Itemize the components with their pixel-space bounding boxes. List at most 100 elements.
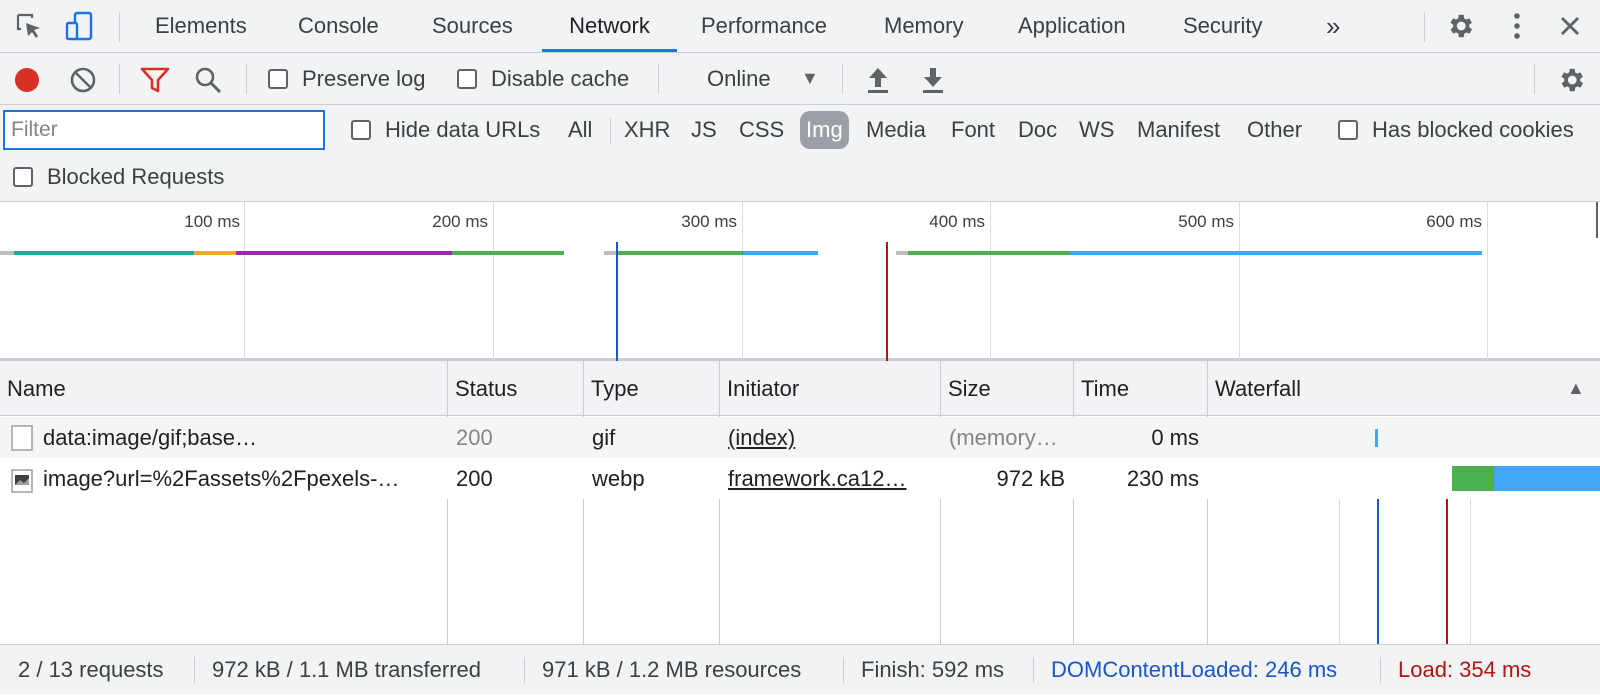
column-header-time[interactable]: Time xyxy=(1074,361,1207,416)
type-filter-img[interactable]: Img xyxy=(800,111,849,149)
status-separator xyxy=(1380,657,1381,683)
tab-performance[interactable]: Performance xyxy=(701,0,827,52)
type-filter-font[interactable]: Font xyxy=(945,111,1001,149)
device-toolbar-icon[interactable] xyxy=(62,9,96,43)
type-filter-manifest[interactable]: Manifest xyxy=(1131,111,1226,149)
dom-content-loaded-marker xyxy=(616,242,618,361)
column-divider[interactable] xyxy=(719,361,720,644)
preserve-log-label: Preserve log xyxy=(302,66,426,91)
column-divider[interactable] xyxy=(1073,361,1074,644)
throttling-select[interactable]: Online xyxy=(707,66,771,92)
overview-edge-marker xyxy=(1596,202,1598,238)
settings-icon[interactable] xyxy=(1443,9,1477,43)
kebab-menu-icon[interactable] xyxy=(1500,9,1534,43)
filter-input[interactable] xyxy=(3,110,325,150)
tab-sources[interactable]: Sources xyxy=(432,0,513,52)
overview-gridline xyxy=(990,202,991,361)
waterfall-waiting-bar[interactable] xyxy=(1452,466,1494,491)
type-filter-media[interactable]: Media xyxy=(860,111,932,149)
overview-tick-label: 100 ms xyxy=(184,212,240,231)
column-divider[interactable] xyxy=(583,361,584,644)
search-icon[interactable] xyxy=(193,65,223,95)
toolbar-separator xyxy=(119,64,120,94)
sort-ascending-icon[interactable]: ▲ xyxy=(1560,361,1600,416)
tab-security[interactable]: Security xyxy=(1183,0,1262,52)
disable-cache-checkbox[interactable] xyxy=(457,69,477,89)
resources-size: 971 kB / 1.2 MB resources xyxy=(542,657,802,682)
table-row[interactable]: image?url=%2Fassets%2Fpexels-… 200 webp … xyxy=(0,458,1600,499)
tab-application[interactable]: Application xyxy=(1018,0,1126,52)
tab-memory[interactable]: Memory xyxy=(884,0,963,52)
hide-data-urls-label: Hide data URLs xyxy=(385,117,541,142)
overview-download-segment xyxy=(744,251,818,255)
tab-network[interactable]: Network xyxy=(542,0,677,52)
status-separator xyxy=(1033,657,1034,683)
devtools-tab-bar: Elements Console Sources Network Perform… xyxy=(0,0,1600,53)
type-separator xyxy=(610,118,611,144)
request-type: gif xyxy=(592,425,616,450)
filter-icon[interactable] xyxy=(139,65,171,95)
load-event-marker xyxy=(886,242,888,361)
table-row[interactable]: data:image/gif;base… 200 gif (index) (me… xyxy=(0,417,1600,458)
type-filter-other[interactable]: Other xyxy=(1241,111,1308,149)
column-divider[interactable] xyxy=(940,361,941,644)
request-name[interactable]: image?url=%2Fassets%2Fpexels-… xyxy=(35,458,447,499)
network-settings-icon[interactable] xyxy=(1554,63,1588,97)
overview-tick-label: 400 ms xyxy=(929,212,985,231)
overview-waiting-segment xyxy=(618,251,744,255)
requests-table-header: Name Status Type Initiator Size Time Wat… xyxy=(0,361,1600,416)
overview-ssl-segment xyxy=(194,251,236,255)
column-header-size[interactable]: Size xyxy=(941,361,1073,416)
column-header-name[interactable]: Name xyxy=(0,361,447,416)
column-divider[interactable] xyxy=(1207,361,1208,644)
type-filter-all[interactable]: All xyxy=(562,111,598,149)
type-filter-css[interactable]: CSS xyxy=(733,111,790,149)
toolbar-separator xyxy=(658,64,659,94)
request-initiator-link[interactable]: framework.ca12… xyxy=(720,458,940,499)
waterfall-download-bar[interactable] xyxy=(1494,466,1600,491)
column-header-type[interactable]: Type xyxy=(584,361,719,416)
hide-data-urls-checkbox[interactable] xyxy=(351,120,371,140)
overview-waiting-segment xyxy=(908,251,1070,255)
request-size: (memory… xyxy=(949,425,1058,450)
upload-icon[interactable] xyxy=(863,64,893,96)
request-initiator-link[interactable]: (index) xyxy=(720,417,940,458)
status-separator xyxy=(194,657,195,683)
more-tabs-button[interactable]: » xyxy=(1326,0,1340,52)
status-separator xyxy=(843,657,844,683)
overview-tick-label: 600 ms xyxy=(1426,212,1482,231)
close-icon[interactable] xyxy=(1553,9,1587,43)
inspect-element-icon[interactable] xyxy=(12,9,46,43)
blocked-requests-checkbox[interactable] xyxy=(13,167,33,187)
network-overview[interactable]: 100 ms 200 ms 300 ms 400 ms 500 ms 600 m… xyxy=(0,202,1600,361)
preserve-log-checkbox[interactable] xyxy=(268,69,288,89)
overview-queue-segment xyxy=(896,251,908,255)
type-filter-doc[interactable]: Doc xyxy=(1012,111,1063,149)
tab-console[interactable]: Console xyxy=(298,0,379,52)
disable-cache-label: Disable cache xyxy=(491,66,630,91)
download-icon[interactable] xyxy=(918,64,948,96)
overview-waiting-segment xyxy=(452,251,564,255)
chevron-down-icon[interactable]: ▼ xyxy=(801,68,819,89)
record-icon[interactable] xyxy=(12,65,42,95)
waterfall-bar[interactable] xyxy=(1375,429,1378,447)
overview-connect-segment xyxy=(14,251,194,255)
column-header-initiator[interactable]: Initiator xyxy=(720,361,940,416)
type-filter-ws[interactable]: WS xyxy=(1073,111,1120,149)
has-blocked-cookies-checkbox[interactable] xyxy=(1338,120,1358,140)
request-status: 200 xyxy=(456,466,493,491)
column-divider[interactable] xyxy=(447,361,448,644)
request-type: webp xyxy=(592,466,645,491)
column-header-status[interactable]: Status xyxy=(448,361,583,416)
overview-gridline xyxy=(244,202,245,361)
tabbar-separator xyxy=(119,12,120,42)
column-header-waterfall[interactable]: Waterfall xyxy=(1208,361,1548,416)
blocked-requests-label: Blocked Requests xyxy=(47,164,225,189)
type-filter-xhr[interactable]: XHR xyxy=(618,111,676,149)
clear-icon[interactable] xyxy=(68,65,98,95)
request-name[interactable]: data:image/gif;base… xyxy=(35,417,447,458)
type-filter-js[interactable]: JS xyxy=(685,111,723,149)
tab-elements[interactable]: Elements xyxy=(155,0,247,52)
toolbar-separator xyxy=(842,64,843,94)
transferred-size: 972 kB / 1.1 MB transferred xyxy=(212,657,482,682)
